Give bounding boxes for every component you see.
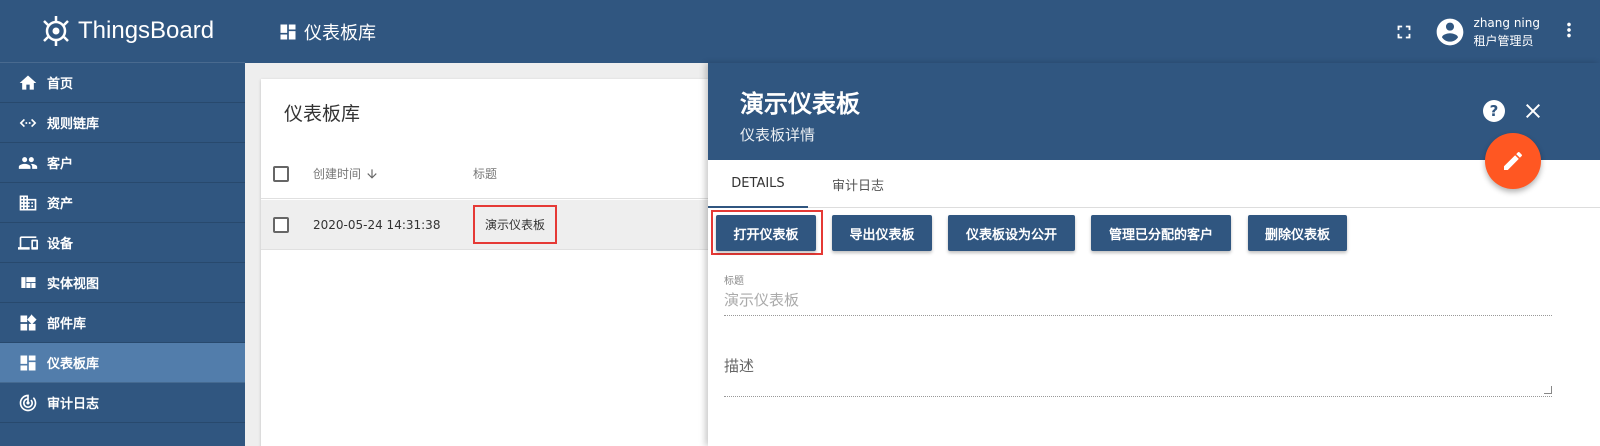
top-right-controls: zhang ning 租户管理员 xyxy=(1392,0,1580,63)
page-heading: 仪表板库 xyxy=(278,19,376,45)
export-dashboard-button[interactable]: 导出仪表板 xyxy=(832,215,932,251)
devices-icon xyxy=(18,233,38,253)
delete-dashboard-button[interactable]: 删除仪表板 xyxy=(1248,215,1347,251)
manage-customers-button[interactable]: 管理已分配的客户 xyxy=(1091,215,1231,251)
action-buttons: 打开仪表板 导出仪表板 仪表板设为公开 管理已分配的客户 删除仪表板 xyxy=(708,210,1600,255)
account-circle-icon xyxy=(1436,18,1463,45)
description-label: 描述 xyxy=(724,357,755,375)
sidebar-item-audit-logs[interactable]: 审计日志 xyxy=(0,383,245,423)
open-dashboard-button[interactable]: 打开仪表板 xyxy=(716,215,816,251)
table-row[interactable]: 2020-05-24 14:31:38 演示仪表板 xyxy=(261,200,721,250)
more-vert-icon xyxy=(1567,22,1571,37)
user-info[interactable]: zhang ning 租户管理员 xyxy=(1474,14,1540,50)
help-button[interactable]: ? xyxy=(1483,100,1505,122)
domain-icon xyxy=(18,193,38,213)
resize-handle[interactable] xyxy=(1544,386,1552,394)
column-header-title[interactable]: 标题 xyxy=(473,165,721,182)
user-avatar[interactable] xyxy=(1434,16,1466,48)
sidebar-item-label: 部件库 xyxy=(47,317,87,332)
sidebar-item-entity-views[interactable]: 实体视图 xyxy=(0,263,245,303)
sidebar-item-label: 实体视图 xyxy=(47,277,100,292)
dashboards-table-card: 仪表板库 创建时间 标题 2020-05-24 14:31:38 演示仪表板 xyxy=(261,79,721,446)
sidebar-item-devices[interactable]: 设备 xyxy=(0,223,245,263)
sidebar-item-label: 设备 xyxy=(47,237,74,252)
arrow-down-icon xyxy=(367,168,377,179)
sidebar-item-label: 仪表板库 xyxy=(47,357,100,372)
track-changes-icon xyxy=(18,393,38,413)
make-public-button[interactable]: 仪表板设为公开 xyxy=(948,215,1075,251)
widgets-icon xyxy=(18,313,38,333)
dashboard-icon xyxy=(18,353,38,373)
code-arrows-icon xyxy=(18,113,38,133)
title-field[interactable]: 演示仪表板 xyxy=(724,289,1552,316)
edit-icon xyxy=(1504,152,1522,170)
tab-details[interactable]: DETAILS xyxy=(708,160,808,208)
view-quilt-icon xyxy=(18,273,38,293)
page-title: 仪表板库 xyxy=(304,22,376,44)
fullscreen-icon xyxy=(1397,25,1410,38)
sidebar-item-label: 审计日志 xyxy=(47,397,100,412)
cell-title: 演示仪表板 xyxy=(473,205,558,244)
people-icon xyxy=(18,153,38,173)
details-subtitle: 仪表板详情 xyxy=(740,126,816,144)
user-role: 租户管理员 xyxy=(1473,33,1534,48)
logo[interactable]: ThingsBoard xyxy=(0,0,245,63)
more-menu-button[interactable] xyxy=(1558,19,1580,45)
close-button[interactable] xyxy=(1521,99,1545,123)
card-title: 仪表板库 xyxy=(284,103,361,125)
user-name: zhang ning xyxy=(1473,15,1540,30)
details-tabs: DETAILS 审计日志 xyxy=(708,160,1600,208)
details-title: 演示仪表板 xyxy=(740,90,860,118)
row-checkbox[interactable] xyxy=(273,216,289,233)
details-panel: 演示仪表板 仪表板详情 ? DETAILS 审计日志 打开仪表板 导出仪表板 仪… xyxy=(708,63,1600,446)
home-icon xyxy=(18,73,38,93)
sidebar-item-customers[interactable]: 客户 xyxy=(0,143,245,183)
sidebar-item-assets[interactable]: 资产 xyxy=(0,183,245,223)
close-icon xyxy=(1526,104,1540,118)
edit-fab-button[interactable] xyxy=(1485,133,1541,189)
details-header: 演示仪表板 仪表板详情 ? xyxy=(708,63,1600,160)
tab-audit-logs[interactable]: 审计日志 xyxy=(808,160,908,208)
sidebar-item-dashboards[interactable]: 仪表板库 xyxy=(0,343,245,383)
app-name: ThingsBoard xyxy=(78,17,215,44)
column-header-created[interactable]: 创建时间 xyxy=(313,165,473,182)
cell-created: 2020-05-24 14:31:38 xyxy=(313,217,441,232)
top-bar: 仪表板库 zhang ning 租户管理员 xyxy=(245,0,1600,63)
description-field[interactable]: 描述 xyxy=(724,355,1552,397)
title-field-label: 标题 xyxy=(724,276,744,287)
help-icon: ? xyxy=(1489,102,1499,120)
sidebar-item-label: 客户 xyxy=(47,157,74,172)
sidebar-item-label: 首页 xyxy=(47,77,74,92)
dashboard-icon xyxy=(280,24,296,39)
sidebar-item-rule-chains[interactable]: 规则链库 xyxy=(0,103,245,143)
sidebar-item-label: 规则链库 xyxy=(47,117,100,132)
thingsboard-logo-icon xyxy=(43,16,69,46)
sidebar-item-home[interactable]: 首页 xyxy=(0,63,245,103)
sidebar-item-widgets[interactable]: 部件库 xyxy=(0,303,245,343)
sidebar-item-label: 资产 xyxy=(47,197,74,212)
sidebar: ThingsBoard 首页 规则链库 客户 资产 设备 实体视图 部件库 仪表… xyxy=(0,0,245,446)
table-header: 创建时间 标题 xyxy=(261,149,721,199)
select-all-checkbox[interactable] xyxy=(273,165,289,182)
fullscreen-button[interactable] xyxy=(1392,20,1416,44)
